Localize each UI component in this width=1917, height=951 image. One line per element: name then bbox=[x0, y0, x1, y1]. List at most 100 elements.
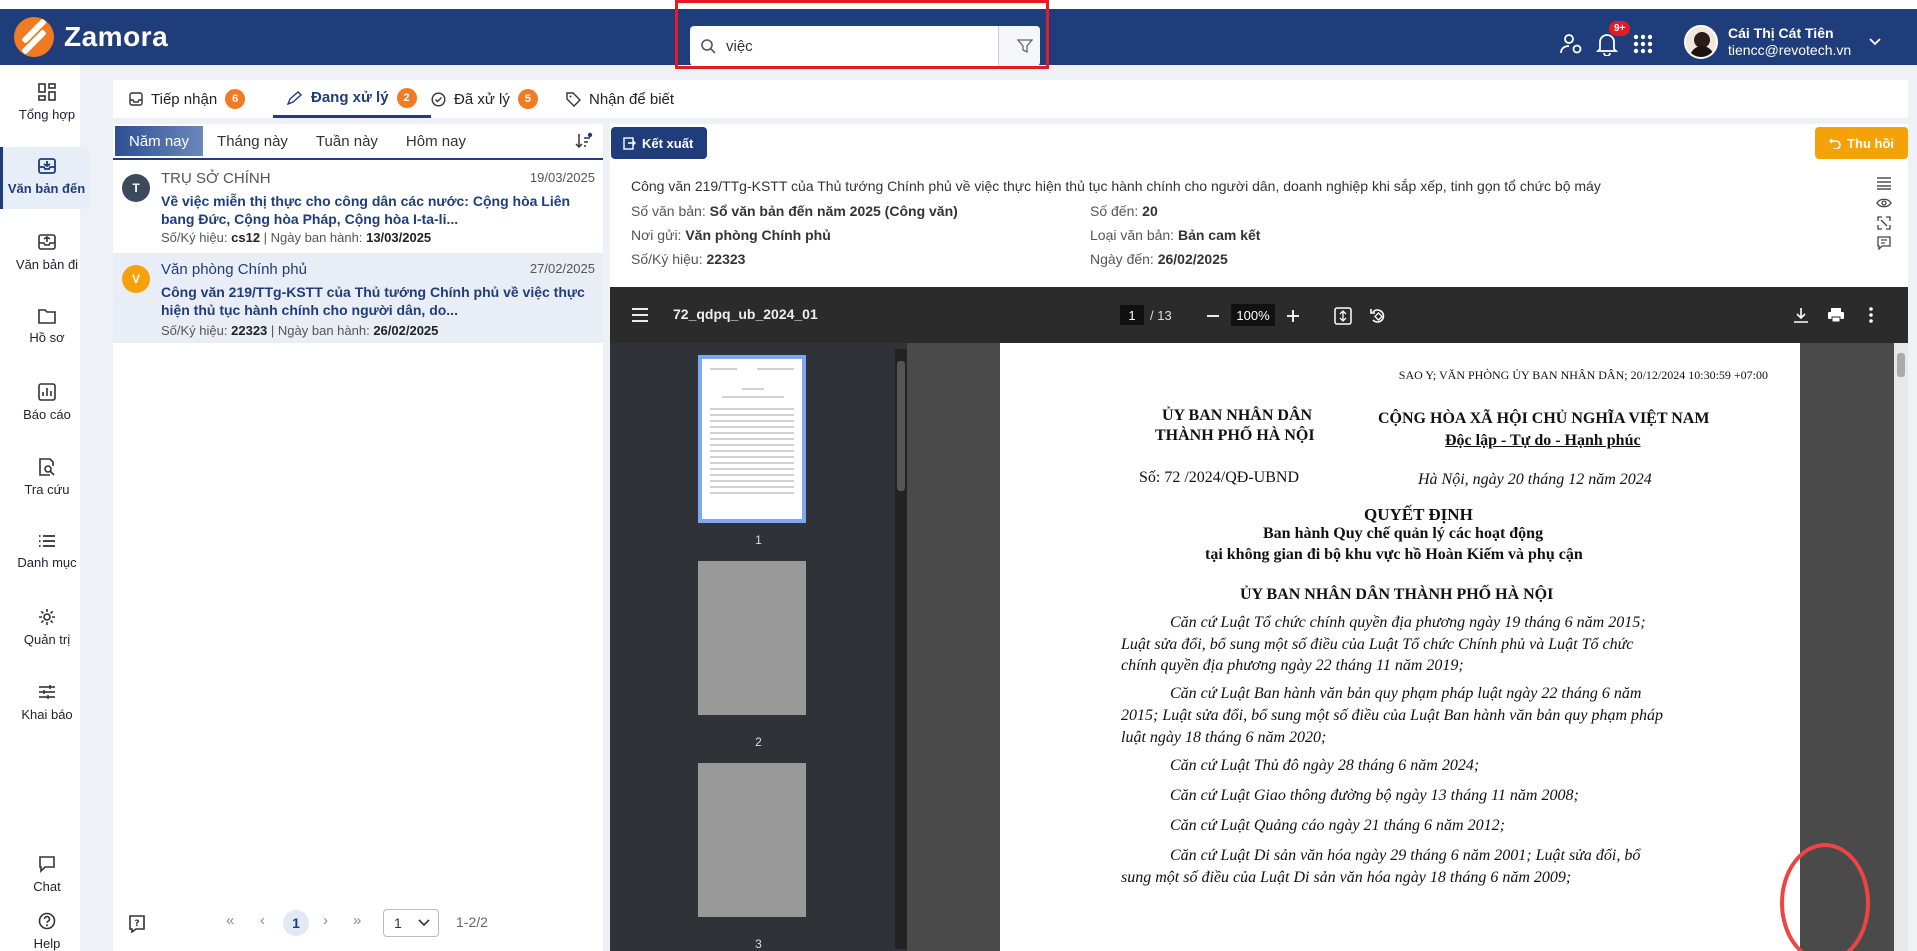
thumbnail-label: 1 bbox=[755, 533, 762, 547]
sidebar-item-bao-cao[interactable]: Báo cáo bbox=[4, 383, 90, 422]
app-logo[interactable]: Zamora bbox=[14, 16, 168, 58]
item-title: Về việc miễn thị thực cho công dân các n… bbox=[161, 193, 571, 227]
detail-side-toolbar bbox=[1876, 176, 1894, 256]
document-title: Công văn 219/TTg-KSTT của Thủ tướng Chín… bbox=[631, 178, 1601, 194]
sidebar-item-label: Hồ sơ bbox=[29, 330, 65, 345]
sort-icon[interactable] bbox=[575, 132, 593, 150]
legal-basis-line: Luật sửa đổi, bổ sung một số điều của Lu… bbox=[1121, 636, 1634, 653]
sidebar-item-khai-bao[interactable]: Khai báo bbox=[4, 683, 90, 722]
search-doc-icon bbox=[39, 458, 55, 476]
field-noi-gui: Nơi gửi: Văn phòng Chính phủ bbox=[631, 227, 831, 243]
user-avatar bbox=[1684, 25, 1718, 59]
svg-text:?: ? bbox=[134, 919, 139, 929]
recall-button[interactable]: Thu hồi bbox=[1815, 127, 1908, 159]
apps-button[interactable] bbox=[1626, 27, 1660, 61]
sidebar-item-help[interactable]: Help bbox=[4, 912, 90, 951]
page-number-input[interactable]: 1 bbox=[1120, 305, 1144, 325]
list-item[interactable]: V Văn phòng Chính phủ 27/02/2025 Công vă… bbox=[113, 253, 603, 343]
document-detail-panel: Kết xuất Thu hồi Công văn 219/TTg-KSTT c… bbox=[610, 124, 1908, 951]
sidebar-item-ho-so[interactable]: Hồ sơ bbox=[4, 308, 90, 345]
period-this-month[interactable]: Tháng này bbox=[203, 124, 302, 158]
sidebar-toggle-icon[interactable] bbox=[631, 307, 649, 323]
period-this-week[interactable]: Tuần này bbox=[302, 124, 392, 158]
thumbnail-page-3[interactable] bbox=[698, 763, 806, 917]
expand-icon[interactable] bbox=[1876, 216, 1892, 230]
user-name: Cái Thị Cát Tiên bbox=[1728, 25, 1834, 41]
sidebar-item-label: Văn bản đi bbox=[15, 257, 79, 272]
thumbnail-page-1[interactable] bbox=[698, 355, 806, 523]
item-issue-date: 26/02/2025 bbox=[373, 323, 439, 338]
decision-subject-2: tại không gian đi bộ khu vực hồ Hoàn Kiế… bbox=[1205, 546, 1583, 563]
pdf-toolbar: 72_qdpq_ub_2024_01 1 / 13 100% bbox=[610, 287, 1908, 343]
help-doc-icon[interactable]: ? bbox=[128, 915, 146, 933]
sidebar-item-chat[interactable]: Chat bbox=[4, 855, 90, 894]
undo-icon bbox=[1829, 138, 1841, 149]
user-menu[interactable]: Cái Thị Cát Tiên tiencc@revotech.vn bbox=[1684, 25, 1881, 59]
chat-icon bbox=[39, 856, 55, 873]
sidebar-item-label: Danh mục bbox=[17, 555, 77, 570]
prev-page-button[interactable]: ‹ bbox=[260, 912, 265, 929]
tab-nhan-de-biet[interactable]: Nhận để biết bbox=[564, 80, 676, 118]
search-highlight-frame bbox=[675, 0, 1049, 69]
pdf-thumbnails: 1 2 3 bbox=[610, 343, 907, 951]
legal-basis-line: Căn cứ Luật Quảng cáo ngày 21 tháng 6 nă… bbox=[1170, 817, 1505, 834]
current-page[interactable]: 1 bbox=[283, 910, 309, 936]
sidebar-item-tong-hop[interactable]: Tổng hợp bbox=[4, 83, 90, 122]
eye-icon[interactable] bbox=[1876, 196, 1892, 210]
page-thumbnail-image bbox=[710, 368, 794, 494]
field-so-den: Số đến: 20 bbox=[1090, 203, 1158, 219]
last-page-button[interactable]: » bbox=[353, 912, 361, 929]
export-button[interactable]: Kết xuất bbox=[611, 127, 708, 159]
zoom-out-icon[interactable] bbox=[1206, 309, 1220, 323]
inbox-tray-icon bbox=[129, 92, 143, 106]
first-page-button[interactable]: « bbox=[226, 912, 234, 929]
sliders-icon bbox=[39, 685, 55, 699]
zoom-in-icon[interactable] bbox=[1286, 309, 1300, 323]
field-so-van-ban: Số văn bản: Sổ văn bản đến năm 2025 (Côn… bbox=[631, 203, 958, 219]
period-this-year[interactable]: Năm nay bbox=[115, 126, 204, 156]
decision-heading: QUYẾT ĐỊNH bbox=[1364, 505, 1473, 524]
tab-da-xu-ly[interactable]: Đã xử lý 5 bbox=[429, 80, 540, 118]
report-icon bbox=[38, 383, 56, 401]
period-today[interactable]: Hôm nay bbox=[392, 124, 480, 158]
sidebar-item-label: Tổng hợp bbox=[18, 107, 76, 122]
sender-name: Văn phòng Chính phủ bbox=[161, 261, 307, 278]
sidebar-item-van-ban-den[interactable]: Văn bản đến bbox=[0, 147, 90, 209]
user-settings-button[interactable] bbox=[1555, 27, 1589, 61]
fit-page-icon[interactable] bbox=[1334, 307, 1352, 325]
pdf-viewer: 72_qdpq_ub_2024_01 1 / 13 100% 1 2 3 SAO… bbox=[610, 287, 1908, 951]
period-filter: Năm nay Tháng này Tuần này Hôm nay bbox=[113, 124, 603, 160]
menu-lines-icon[interactable] bbox=[1876, 176, 1892, 190]
thumbnail-page-2[interactable] bbox=[698, 561, 806, 715]
sidebar-item-label: Khai báo bbox=[21, 707, 73, 722]
page-select[interactable]: 1 bbox=[383, 909, 439, 937]
comment-icon[interactable] bbox=[1876, 236, 1892, 250]
next-page-button[interactable]: › bbox=[323, 912, 328, 929]
sidebar-item-label: Chat bbox=[33, 879, 61, 894]
tab-label: Nhận để biết bbox=[589, 90, 675, 108]
sidebar-item-quan-tri[interactable]: Quản trị bbox=[4, 608, 90, 647]
pagination: ? « ‹ 1 › » 1 1-2/2 bbox=[113, 904, 603, 944]
red-seal-stamp bbox=[1780, 843, 1870, 951]
sidebar-item-van-ban-di[interactable]: Văn bản đi bbox=[4, 233, 90, 272]
sidebar-item-danh-muc[interactable]: Danh mục bbox=[4, 533, 90, 570]
pdf-scrollbar[interactable] bbox=[1894, 343, 1908, 951]
sidebar-item-tra-cuu[interactable]: Tra cứu bbox=[4, 458, 90, 497]
copy-stamp-text: SAO Y; VĂN PHÒNG ỦY BAN NHÂN DÂN; 20/12/… bbox=[1398, 368, 1768, 382]
sidebar-item-label: Báo cáo bbox=[23, 407, 71, 422]
rotate-icon[interactable] bbox=[1369, 307, 1387, 325]
tab-tiep-nhan[interactable]: Tiếp nhận 6 bbox=[127, 80, 247, 118]
item-meta: Số/Ký hiệu: cs12 | Ngày ban hành: 13/03/… bbox=[161, 230, 432, 245]
print-icon[interactable] bbox=[1827, 307, 1845, 323]
zoom-level[interactable]: 100% bbox=[1231, 304, 1275, 326]
field-ngay-den: Ngày đến: 26/02/2025 bbox=[1090, 251, 1228, 267]
tab-label: Tiếp nhận bbox=[151, 90, 218, 108]
tab-dang-xu-ly[interactable]: Đang xử lý 2 bbox=[273, 80, 431, 118]
outbox-icon bbox=[38, 234, 56, 250]
more-vertical-icon[interactable] bbox=[1868, 307, 1874, 323]
thumbnail-scrollbar[interactable] bbox=[895, 349, 907, 949]
download-icon[interactable] bbox=[1793, 307, 1809, 323]
legal-basis-line: Căn cứ Luật Thủ đô ngày 28 tháng 6 năm 2… bbox=[1170, 757, 1480, 774]
dashboard-icon bbox=[38, 83, 56, 101]
list-item[interactable]: T TRỤ SỞ CHÍNH 19/03/2025 Về việc miễn t… bbox=[113, 162, 603, 250]
